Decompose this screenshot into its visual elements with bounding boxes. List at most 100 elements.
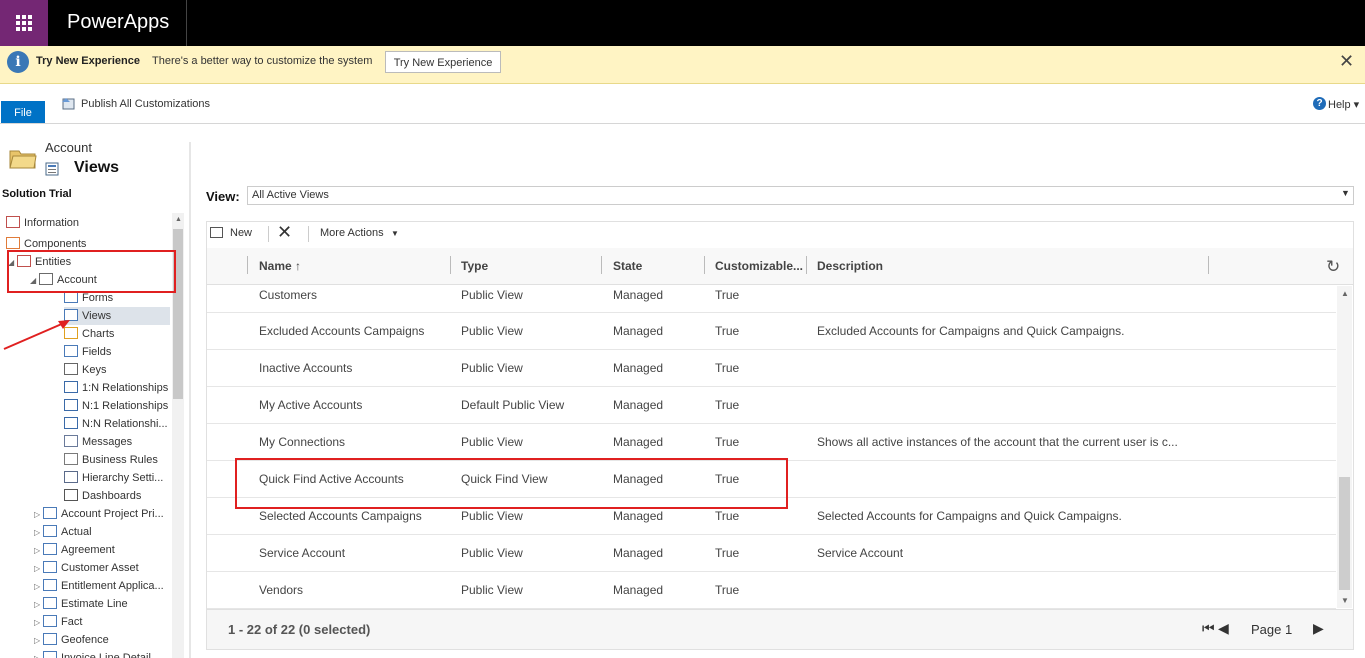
- expand-icon[interactable]: ▷: [34, 560, 43, 578]
- table-row[interactable]: Vendors Public View Managed True: [207, 572, 1336, 609]
- tree-item-label: Business Rules: [82, 454, 158, 466]
- tree-item[interactable]: ▷ Entitlement Applica...: [34, 577, 164, 595]
- tree-item-label: N:1 Relationships: [82, 400, 169, 412]
- table-cell: Public View: [461, 288, 523, 302]
- tree-item[interactable]: Dashboards: [64, 487, 141, 505]
- tree-item[interactable]: Keys: [64, 361, 106, 379]
- column-header-name[interactable]: Name ↑: [259, 259, 301, 273]
- table-cell: Vendors: [259, 583, 304, 597]
- expand-icon[interactable]: ▷: [34, 578, 43, 596]
- tree-item-label: Components: [24, 238, 87, 250]
- expand-icon[interactable]: ▷: [34, 650, 43, 658]
- tree-item[interactable]: ▷ Account Project Pri...: [34, 505, 164, 523]
- tree-item[interactable]: ▷ Geofence: [34, 631, 109, 649]
- table-cell: Service Account: [259, 546, 346, 560]
- tree-item[interactable]: ▷ Invoice Line Detail: [34, 649, 151, 658]
- table-cell: Managed: [613, 361, 664, 375]
- tree-item-label: Account Project Pri...: [61, 508, 164, 520]
- help-menu[interactable]: Help ▾: [1328, 98, 1359, 111]
- ribbon-divider: [0, 123, 1365, 124]
- tree-item-label: Hierarchy Setti...: [82, 472, 164, 484]
- entity-gear-icon: [43, 561, 57, 574]
- column-header-description[interactable]: Description: [817, 259, 883, 273]
- new-button[interactable]: New: [230, 227, 252, 239]
- tree-item[interactable]: N:1 Relationships: [64, 397, 168, 415]
- tree-item[interactable]: ▷ Estimate Line: [34, 595, 128, 613]
- column-header-state[interactable]: State: [613, 259, 642, 273]
- entity-gear-icon: [43, 543, 57, 556]
- expand-icon[interactable]: ▷: [34, 524, 43, 542]
- dropdown-arrow-icon[interactable]: ▼: [1341, 188, 1350, 198]
- table-cell: Shows all active instances of the accoun…: [817, 435, 1178, 449]
- expand-icon[interactable]: ▷: [34, 614, 43, 632]
- expand-icon[interactable]: ▷: [34, 632, 43, 650]
- entity-gear-icon: [43, 651, 57, 658]
- tree-scroll-up-icon[interactable]: ▲: [175, 216, 182, 223]
- table-row[interactable]: Service Account Public View Managed True Ser…: [207, 535, 1336, 572]
- tree-item[interactable]: Hierarchy Setti...: [64, 469, 163, 487]
- table-row[interactable]: Customers Public View Managed True: [207, 286, 1336, 313]
- app-launcher-icon[interactable]: [0, 0, 48, 46]
- tree-item-label: N:N Relationshi...: [82, 418, 168, 430]
- file-button[interactable]: File: [1, 101, 45, 123]
- tree-item[interactable]: ▷ Customer Asset: [34, 559, 139, 577]
- table-row[interactable]: Inactive Accounts Public View Managed True: [207, 350, 1336, 387]
- table-cell: True: [715, 435, 740, 449]
- first-page-icon[interactable]: ⏮: [1202, 620, 1215, 637]
- publish-all-button[interactable]: Publish All Customizations: [81, 98, 210, 110]
- column-divider[interactable]: [450, 256, 451, 274]
- previous-page-icon[interactable]: ◀: [1218, 620, 1229, 637]
- table-cell: True: [715, 398, 740, 412]
- tree-item[interactable]: Information: [6, 214, 79, 232]
- tree-item[interactable]: Views: [64, 307, 170, 325]
- new-icon[interactable]: [210, 227, 223, 238]
- delete-icon[interactable]: ✕: [277, 222, 292, 243]
- tree-item[interactable]: Messages: [64, 433, 132, 451]
- column-header-customizable[interactable]: Customizable...: [715, 259, 803, 273]
- expand-icon[interactable]: ▷: [34, 542, 43, 560]
- tree-item[interactable]: N:N Relationshi...: [64, 415, 168, 433]
- table-row[interactable]: Excluded Accounts Campaigns Public View Ma…: [207, 313, 1336, 350]
- help-icon[interactable]: ?: [1313, 97, 1326, 110]
- expand-icon[interactable]: ▷: [34, 506, 43, 524]
- view-selector[interactable]: All Active Views: [247, 186, 1354, 205]
- publish-icon[interactable]: [60, 96, 76, 110]
- column-header-type[interactable]: Type: [461, 259, 488, 273]
- table-row[interactable]: My Connections Public View Managed True Show…: [207, 424, 1336, 461]
- refresh-icon[interactable]: ↻: [1326, 257, 1340, 277]
- scroll-down-icon[interactable]: ▼: [1341, 596, 1349, 605]
- tree-item-label: Dashboards: [82, 490, 142, 502]
- tree-item[interactable]: ▷ Fact: [34, 613, 82, 631]
- chevron-down-icon[interactable]: ▼: [391, 229, 399, 238]
- try-new-experience-button[interactable]: Try New Experience: [385, 51, 501, 73]
- column-divider[interactable]: [704, 256, 705, 274]
- column-divider[interactable]: [1208, 256, 1209, 274]
- scroll-up-icon[interactable]: ▲: [1341, 289, 1349, 298]
- expand-icon[interactable]: ▷: [34, 596, 43, 614]
- column-divider[interactable]: [247, 256, 248, 274]
- grid-scrollbar-thumb[interactable]: [1339, 477, 1350, 590]
- table-cell: Default Public View: [461, 398, 565, 412]
- table-cell: Public View: [461, 435, 523, 449]
- table-row[interactable]: My Active Accounts Default Public View Man…: [207, 387, 1336, 424]
- tree-item[interactable]: ▷ Actual: [34, 523, 92, 541]
- page-number: Page 1: [1251, 622, 1293, 637]
- highlight-box: [235, 458, 788, 509]
- more-actions-button[interactable]: More Actions: [320, 227, 384, 239]
- notification-message: There's a better way to customize the sy…: [152, 55, 373, 67]
- table-cell: Managed: [613, 509, 664, 523]
- table-cell: Managed: [613, 435, 664, 449]
- tree-item[interactable]: Business Rules: [64, 451, 158, 469]
- close-icon[interactable]: ✕: [1339, 51, 1354, 72]
- tree-item-label: Agreement: [61, 544, 115, 556]
- tree-item[interactable]: ▷ Agreement: [34, 541, 115, 559]
- table-cell: Public View: [461, 324, 523, 338]
- tree-item[interactable]: 1:N Relationships: [64, 379, 168, 397]
- next-page-icon[interactable]: ▶: [1313, 620, 1324, 637]
- table-cell: My Connections: [259, 435, 346, 449]
- dashboards-icon: [64, 489, 78, 502]
- entity-gear-icon: [43, 525, 57, 538]
- folder-icon: [9, 150, 37, 169]
- column-divider[interactable]: [601, 256, 602, 274]
- column-divider[interactable]: [806, 256, 807, 274]
